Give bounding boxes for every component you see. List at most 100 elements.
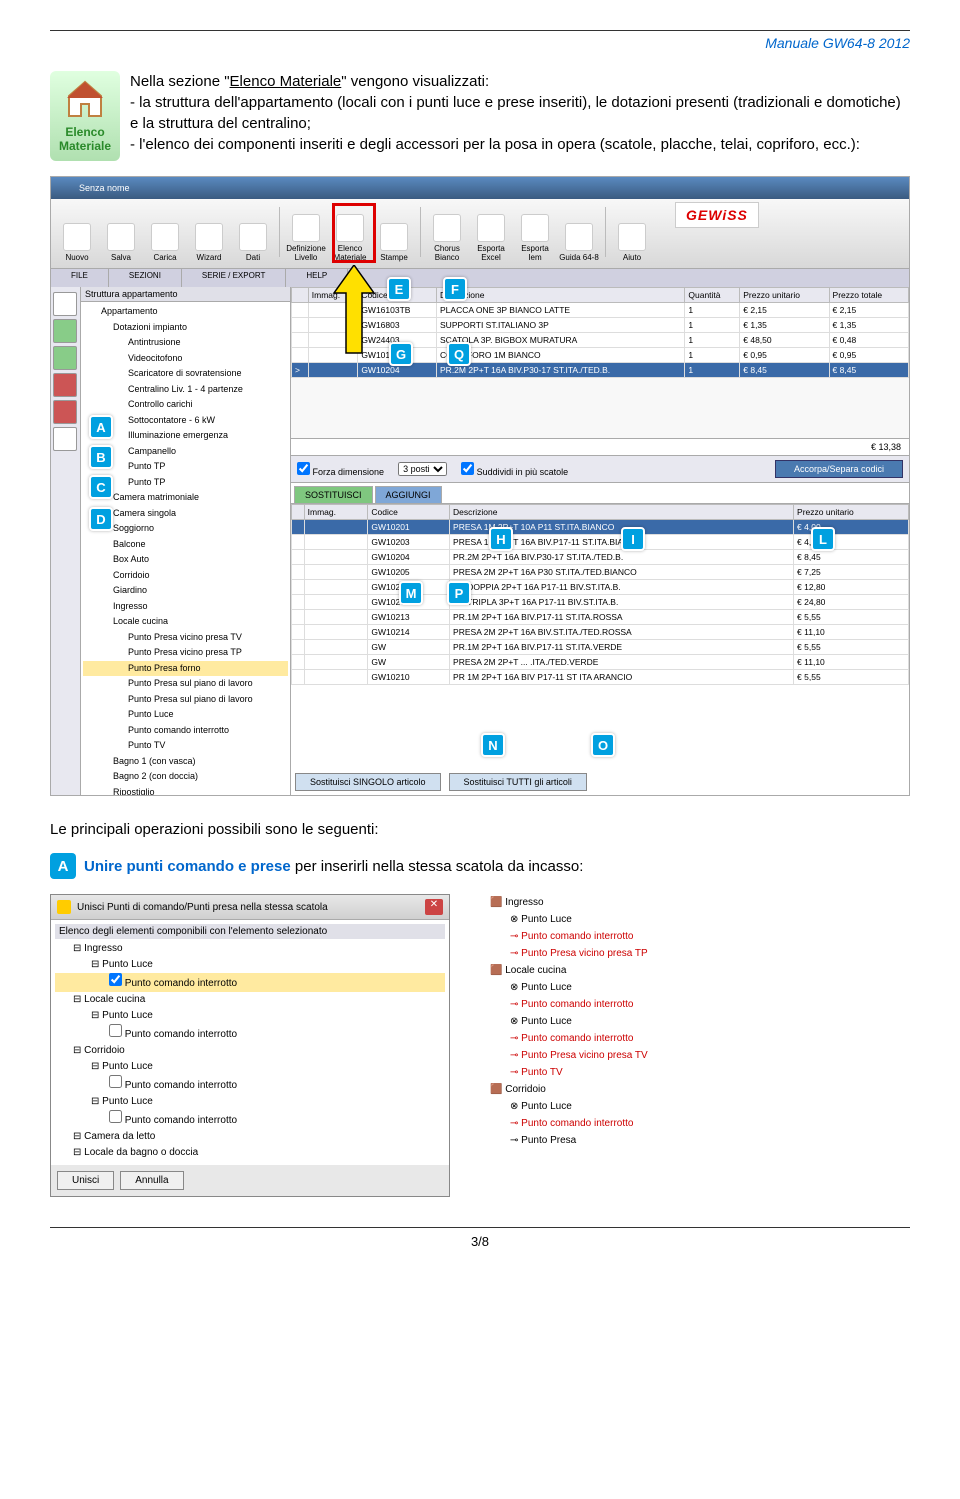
table-row[interactable]: GW10195COPRIFORO 1M BIANCO1€ 0,95€ 0,95	[292, 348, 909, 363]
table-row[interactable]: GW10209PR.TRIPLA 3P+T 16A P17-11 BIV.ST.…	[292, 595, 909, 610]
tree-item[interactable]: Giardino	[83, 583, 288, 599]
left-icon-4[interactable]	[53, 373, 77, 397]
dialog-tree[interactable]: ⊟ Ingresso⊟ Punto Luce Punto comando int…	[55, 941, 445, 1161]
table-row[interactable]: GW16103TBPLACCA ONE 3P BIANCO LATTE1€ 2,…	[292, 303, 909, 318]
tree-item[interactable]: Camera singola	[83, 506, 288, 522]
result-tree-item: ⊸ Punto Presa	[470, 1132, 730, 1149]
toolbar-carica[interactable]: Carica	[144, 202, 186, 262]
left-icon-6[interactable]	[53, 427, 77, 451]
dialog-tree-item[interactable]: Punto comando interrotto	[55, 973, 445, 992]
material-grid-top[interactable]: Immag.CodiceDescrizioneQuantitàPrezzo un…	[291, 287, 909, 378]
tree-item[interactable]: Balcone	[83, 537, 288, 553]
tree-item[interactable]: Controllo carichi	[83, 397, 288, 413]
forza-select[interactable]: 3 posti	[398, 462, 447, 476]
left-icon-bar	[51, 287, 81, 795]
result-tree-item: ⊸ Punto TV	[470, 1064, 730, 1081]
table-row[interactable]: >GW10204PR.2M 2P+T 16A BIV.P30-17 ST.ITA…	[292, 363, 909, 378]
toolbar-wizard[interactable]: Wizard	[188, 202, 230, 262]
sostituisci-singolo-button[interactable]: Sostituisci SINGOLO articolo	[295, 773, 441, 791]
toolbar-esporta-iem[interactable]: Esporta Iem	[514, 202, 556, 262]
tree-item[interactable]: Box Auto	[83, 552, 288, 568]
tree-item[interactable]: Punto Presa forno	[83, 661, 288, 677]
table-row[interactable]: GW10204PR.2M 2P+T 16A BIV.P30-17 ST.ITA.…	[292, 550, 909, 565]
tree-item[interactable]: Centralino Liv. 1 - 4 partenze	[83, 382, 288, 398]
tab-aggiungi[interactable]: AGGIUNGI	[375, 486, 442, 503]
table-row[interactable]: GW10213PR.1M 2P+T 16A BIV.P17-11 ST.ITA.…	[292, 610, 909, 625]
table-row[interactable]: GWPRESA 2M 2P+T ... .ITA./TED.VERDE€ 11,…	[292, 655, 909, 670]
close-icon[interactable]: ✕	[425, 899, 443, 915]
tree-item[interactable]: Punto TP	[83, 475, 288, 491]
dialog-tree-item[interactable]: ⊟ Camera da letto	[55, 1129, 445, 1145]
dialog-tree-item[interactable]: ⊟ Punto Luce	[55, 957, 445, 973]
tree-item[interactable]: Campanello	[83, 444, 288, 460]
left-icon-5[interactable]	[53, 400, 77, 424]
step-badge-a: A	[50, 853, 76, 879]
accorpa-button[interactable]: Accorpa/Separa codici	[775, 460, 903, 478]
forza-checkbox[interactable]: Forza dimensione	[297, 462, 384, 477]
tree-item[interactable]: Bagno 1 (con vasca)	[83, 754, 288, 770]
toolbar-aiuto[interactable]: Aiuto	[611, 202, 653, 262]
tree-item[interactable]: Camera matrimoniale	[83, 490, 288, 506]
sostituisci-tutti-button[interactable]: Sostituisci TUTTI gli articoli	[449, 773, 587, 791]
table-row[interactable]: GW16803SUPPORTI ST.ITALIANO 3P1€ 1,35€ 1…	[292, 318, 909, 333]
tree-item[interactable]: Punto comando interrotto	[83, 723, 288, 739]
intro-text: Nella sezione "Elenco Materiale" vengono…	[130, 71, 910, 161]
tree-item[interactable]: Punto Presa vicino presa TP	[83, 645, 288, 661]
table-row[interactable]: GW10208PR.DOPPIA 2P+T 16A P17-11 BIV.ST.…	[292, 580, 909, 595]
toolbar-guida-64-8[interactable]: Guida 64-8	[558, 202, 600, 262]
table-row[interactable]: GW10210PR 1M 2P+T 16A BIV P17-11 ST ITA …	[292, 670, 909, 685]
tree-item[interactable]: Antintrusione	[83, 335, 288, 351]
dialog-tree-item[interactable]: Punto comando interrotto	[55, 1075, 445, 1094]
toolbar-nuovo[interactable]: Nuovo	[56, 202, 98, 262]
dialog-tree-item[interactable]: ⊟ Locale cucina	[55, 992, 445, 1008]
tree-item[interactable]: Punto Presa sul piano di lavoro	[83, 676, 288, 692]
tree-item[interactable]: Ingresso	[83, 599, 288, 615]
dialog-tree-item[interactable]: ⊟ Punto Luce	[55, 1094, 445, 1110]
tree-item[interactable]: Punto Luce	[83, 707, 288, 723]
tree-item[interactable]: Appartamento	[83, 304, 288, 320]
tree-item[interactable]: Sottocontatore - 6 kW	[83, 413, 288, 429]
suddividi-checkbox[interactable]: Suddividi in più scatole	[461, 462, 568, 477]
table-row[interactable]: GW10214PRESA 2M 2P+T 16A BIV.ST.ITA./TED…	[292, 625, 909, 640]
tree-item[interactable]: Soggiorno	[83, 521, 288, 537]
tree-item[interactable]: Locale cucina	[83, 614, 288, 630]
left-icon-3[interactable]	[53, 346, 77, 370]
callout-d: D	[89, 507, 113, 531]
toolbar-chorus-bianco[interactable]: Chorus Bianco	[426, 202, 468, 262]
toolbar-definizione-livello[interactable]: Definizione Livello	[285, 202, 327, 262]
tree-item[interactable]: Illuminazione emergenza	[83, 428, 288, 444]
dialog-tree-item[interactable]: ⊟ Corridoio	[55, 1043, 445, 1059]
toolbar-stampe[interactable]: Stampe	[373, 202, 415, 262]
table-row[interactable]: GWPR.1M 2P+T 16A BIV.P17-11 ST.ITA.VERDE…	[292, 640, 909, 655]
dialog-title: Unisci Punti di comando/Punti presa nell…	[77, 902, 328, 913]
dialog-tree-item[interactable]: ⊟ Locale da bagno o doccia	[55, 1145, 445, 1161]
annulla-button[interactable]: Annulla	[120, 1171, 183, 1190]
unisci-button[interactable]: Unisci	[57, 1171, 114, 1190]
left-icon-1[interactable]	[53, 292, 77, 316]
table-row[interactable]: GW24403SCATOLA 3P. BIGBOX MURATURA1€ 48,…	[292, 333, 909, 348]
result-tree-item: ⊸ Punto comando interrotto	[470, 996, 730, 1013]
tree-item[interactable]: Videocitofono	[83, 351, 288, 367]
tree-item[interactable]: Punto TP	[83, 459, 288, 475]
tree-item[interactable]: Punto TV	[83, 738, 288, 754]
left-icon-2[interactable]	[53, 319, 77, 343]
dialog-tree-item[interactable]: ⊟ Punto Luce	[55, 1008, 445, 1024]
tree-item[interactable]: Punto Presa sul piano di lavoro	[83, 692, 288, 708]
toolbar-esporta-excel[interactable]: Esporta Excel	[470, 202, 512, 262]
tree-item[interactable]: Corridoio	[83, 568, 288, 584]
tree-item[interactable]: Dotazioni impianto	[83, 320, 288, 336]
tree-item[interactable]: Ripostiglio	[83, 785, 288, 796]
dialog-tree-item[interactable]: Punto comando interrotto	[55, 1110, 445, 1129]
tree-item[interactable]: Punto Presa vicino presa TV	[83, 630, 288, 646]
tree-item[interactable]: Scaricatore di sovratensione	[83, 366, 288, 382]
table-row[interactable]: GW10205PRESA 2M 2P+T 16A P30 ST.ITA./TED…	[292, 565, 909, 580]
toolbar-salva[interactable]: Salva	[100, 202, 142, 262]
dialog-tree-item[interactable]: ⊟ Punto Luce	[55, 1059, 445, 1075]
result-tree-item: 🟫 Locale cucina	[470, 962, 730, 979]
toolbar-dati[interactable]: Dati	[232, 202, 274, 262]
tree-item[interactable]: Bagno 2 (con doccia)	[83, 769, 288, 785]
dialog-tree-item[interactable]: ⊟ Ingresso	[55, 941, 445, 957]
tab-sostituisci[interactable]: SOSTITUISCI	[294, 486, 373, 503]
structure-tree[interactable]: Struttura appartamento AppartamentoDotaz…	[81, 287, 291, 795]
dialog-tree-item[interactable]: Punto comando interrotto	[55, 1024, 445, 1043]
